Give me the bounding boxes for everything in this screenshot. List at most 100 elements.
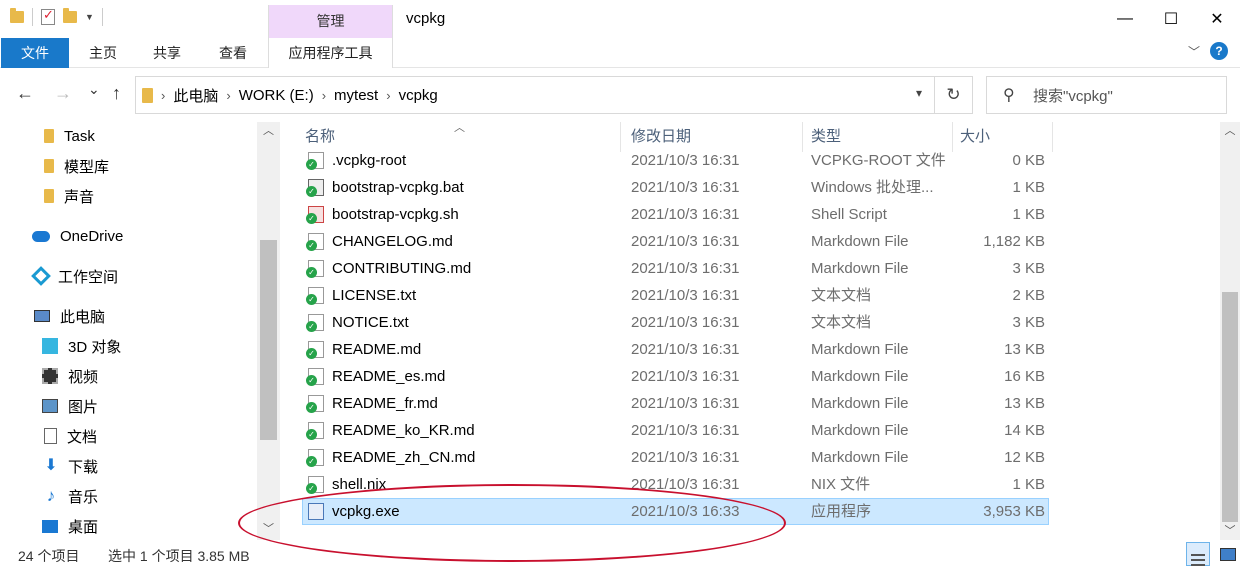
sidebar-item-videos[interactable]: 视频 — [42, 362, 98, 390]
view-switcher — [1186, 542, 1240, 566]
breadcrumb-drive[interactable]: WORK (E:) — [239, 87, 314, 104]
sidebar-item-onedrive[interactable]: OneDrive — [32, 222, 123, 250]
help-icon[interactable]: ? — [1210, 42, 1228, 60]
sidebar-item-3d-objects[interactable]: 3D 对象 — [42, 332, 121, 360]
file-size: 12 KB — [1004, 449, 1045, 466]
file-size: 0 KB — [1012, 152, 1045, 169]
batch-file-icon: ✓ — [306, 179, 324, 197]
details-view-button[interactable] — [1186, 542, 1210, 566]
divider — [32, 8, 33, 26]
table-row[interactable]: ✓ CONTRIBUTING.md 2021/10/3 16:31 Markdo… — [290, 255, 1220, 282]
properties-icon[interactable] — [41, 7, 55, 25]
sidebar-item-label: 下载 — [68, 458, 99, 476]
table-row[interactable]: ✓ bootstrap-vcpkg.bat 2021/10/3 16:31 Wi… — [290, 174, 1220, 201]
computer-icon — [34, 310, 50, 322]
status-bar: 24 个项目 选中 1 个项目 3.85 MB — [0, 540, 1240, 570]
chevron-right-icon[interactable]: › — [322, 88, 326, 103]
download-icon: ⬇ — [44, 457, 58, 474]
sidebar-item-task[interactable]: Task — [44, 122, 95, 150]
workspace-icon — [31, 266, 51, 286]
file-date: 2021/10/3 16:31 — [631, 152, 740, 169]
chevron-right-icon[interactable]: › — [161, 88, 165, 103]
sync-check-icon: ✓ — [306, 456, 317, 467]
table-row[interactable]: ✓ CHANGELOG.md 2021/10/3 16:31 Markdown … — [290, 228, 1220, 255]
address-bar[interactable]: › 此电脑 › WORK (E:) › mytest › vcpkg ▾ ↻ — [135, 76, 973, 114]
search-box[interactable]: ⚲ — [986, 76, 1227, 114]
customize-qat-icon[interactable]: ▼ — [85, 12, 94, 22]
expand-ribbon-icon[interactable]: ﹀ — [1188, 43, 1200, 60]
tab-home[interactable]: 主页 — [80, 38, 126, 68]
scrollbar-thumb[interactable] — [1222, 292, 1238, 522]
breadcrumb-mytest[interactable]: mytest — [334, 87, 378, 104]
sidebar-item-this-pc[interactable]: 此电脑 — [34, 302, 105, 330]
close-button[interactable]: ✕ — [1194, 0, 1240, 38]
table-row[interactable]: ✓ README_es.md 2021/10/3 16:31 Markdown … — [290, 363, 1220, 390]
scrollbar-thumb[interactable] — [260, 240, 277, 440]
sidebar-item-label: 视频 — [68, 368, 99, 386]
chevron-down-icon[interactable]: ﹀ — [1220, 522, 1240, 540]
chevron-right-icon[interactable]: › — [386, 88, 390, 103]
sidebar-item-workspace[interactable]: 工作空间 — [31, 262, 118, 290]
sidebar-scrollbar[interactable]: ︿ ﹀ — [257, 122, 280, 540]
chevron-right-icon[interactable]: › — [226, 88, 230, 103]
refresh-button[interactable]: ↻ — [934, 77, 972, 113]
item-count: 24 个项目 — [18, 548, 80, 564]
table-row[interactable]: ✓ README_zh_CN.md 2021/10/3 16:31 Markdo… — [290, 444, 1220, 471]
table-row[interactable]: ✓ README_ko_KR.md 2021/10/3 16:31 Markdo… — [290, 417, 1220, 444]
search-icon: ⚲ — [1003, 87, 1015, 104]
sidebar-item-pictures[interactable]: 图片 — [42, 392, 98, 420]
sidebar-item-label: 模型库 — [64, 158, 110, 176]
table-row[interactable]: ✓ NOTICE.txt 2021/10/3 16:31 文本文档 3 KB — [290, 309, 1220, 336]
tab-share[interactable]: 共享 — [144, 38, 190, 68]
breadcrumb: › 此电脑 › WORK (E:) › mytest › vcpkg — [142, 77, 438, 113]
sidebar-item-sounds[interactable]: 声音 — [44, 182, 94, 210]
chevron-up-icon[interactable]: ︿ — [1220, 122, 1240, 140]
breadcrumb-vcpkg[interactable]: vcpkg — [399, 87, 438, 104]
breadcrumb-this-pc[interactable]: 此电脑 — [173, 85, 218, 106]
chevron-up-icon[interactable]: ︿ — [257, 122, 280, 142]
sidebar-item-downloads[interactable]: ⬇ 下载 — [44, 452, 98, 480]
sidebar-item-label: 此电脑 — [60, 308, 106, 326]
maximize-button[interactable]: ☐ — [1148, 0, 1194, 38]
sidebar-item-desktop[interactable]: 桌面 — [42, 512, 98, 540]
minimize-button[interactable]: — — [1102, 0, 1148, 38]
file-date: 2021/10/3 16:31 — [631, 476, 740, 493]
large-icons-view-button[interactable] — [1216, 542, 1240, 566]
sidebar-item-music[interactable]: ♪ 音乐 — [44, 482, 98, 510]
sync-check-icon: ✓ — [306, 375, 317, 386]
file-icon: ✓ — [306, 395, 324, 413]
folder-icon[interactable] — [10, 8, 24, 23]
chevron-down-icon[interactable]: ﹀ — [257, 520, 280, 540]
sidebar-item-label: OneDrive — [60, 227, 124, 245]
table-row[interactable]: ✓ .vcpkg-root 2021/10/3 16:31 VCPKG-ROOT… — [290, 147, 1220, 174]
table-row[interactable]: ✓ LICENSE.txt 2021/10/3 16:31 文本文档 2 KB — [290, 282, 1220, 309]
sidebar-item-documents[interactable]: 文档 — [44, 422, 97, 450]
file-icon: ✓ — [306, 476, 324, 494]
sidebar-item-label: 声音 — [64, 188, 95, 206]
sort-ascending-icon: ︿ — [454, 122, 465, 134]
table-row[interactable]: ✓ README_fr.md 2021/10/3 16:31 Markdown … — [290, 390, 1220, 417]
table-row[interactable]: ✓ shell.nix 2021/10/3 16:31 NIX 文件 1 KB — [290, 471, 1220, 498]
sidebar-item-label: 图片 — [68, 398, 99, 416]
tab-view[interactable]: 查看 — [210, 38, 256, 68]
file-name: CONTRIBUTING.md — [332, 260, 472, 277]
table-row-selected[interactable]: vcpkg.exe 2021/10/3 16:33 应用程序 3,953 KB — [290, 498, 1220, 525]
recent-locations-button[interactable]: ⌄ — [88, 81, 100, 98]
new-folder-icon[interactable] — [63, 8, 77, 23]
chevron-down-icon[interactable]: ▾ — [916, 86, 922, 100]
sidebar-item-model-library[interactable]: 模型库 — [44, 152, 109, 180]
application-icon — [308, 503, 324, 520]
table-row[interactable]: ✓ bootstrap-vcpkg.sh 2021/10/3 16:31 She… — [290, 201, 1220, 228]
table-row[interactable]: ✓ README.md 2021/10/3 16:31 Markdown Fil… — [290, 336, 1220, 363]
search-input[interactable] — [1033, 85, 1213, 107]
up-button[interactable]: ↑ — [112, 83, 121, 104]
back-button[interactable]: ← — [16, 83, 34, 104]
tab-application-tools[interactable]: 应用程序工具 — [268, 38, 393, 68]
context-group-label: 管理 — [268, 5, 393, 38]
file-name: LICENSE.txt — [332, 287, 417, 304]
forward-button[interactable]: → — [54, 83, 72, 104]
sidebar-item-label: 文档 — [67, 428, 98, 446]
file-date: 2021/10/3 16:31 — [631, 368, 740, 385]
tab-file[interactable]: 文件 — [1, 38, 69, 68]
file-list-scrollbar[interactable]: ︿ ﹀ — [1220, 122, 1240, 540]
